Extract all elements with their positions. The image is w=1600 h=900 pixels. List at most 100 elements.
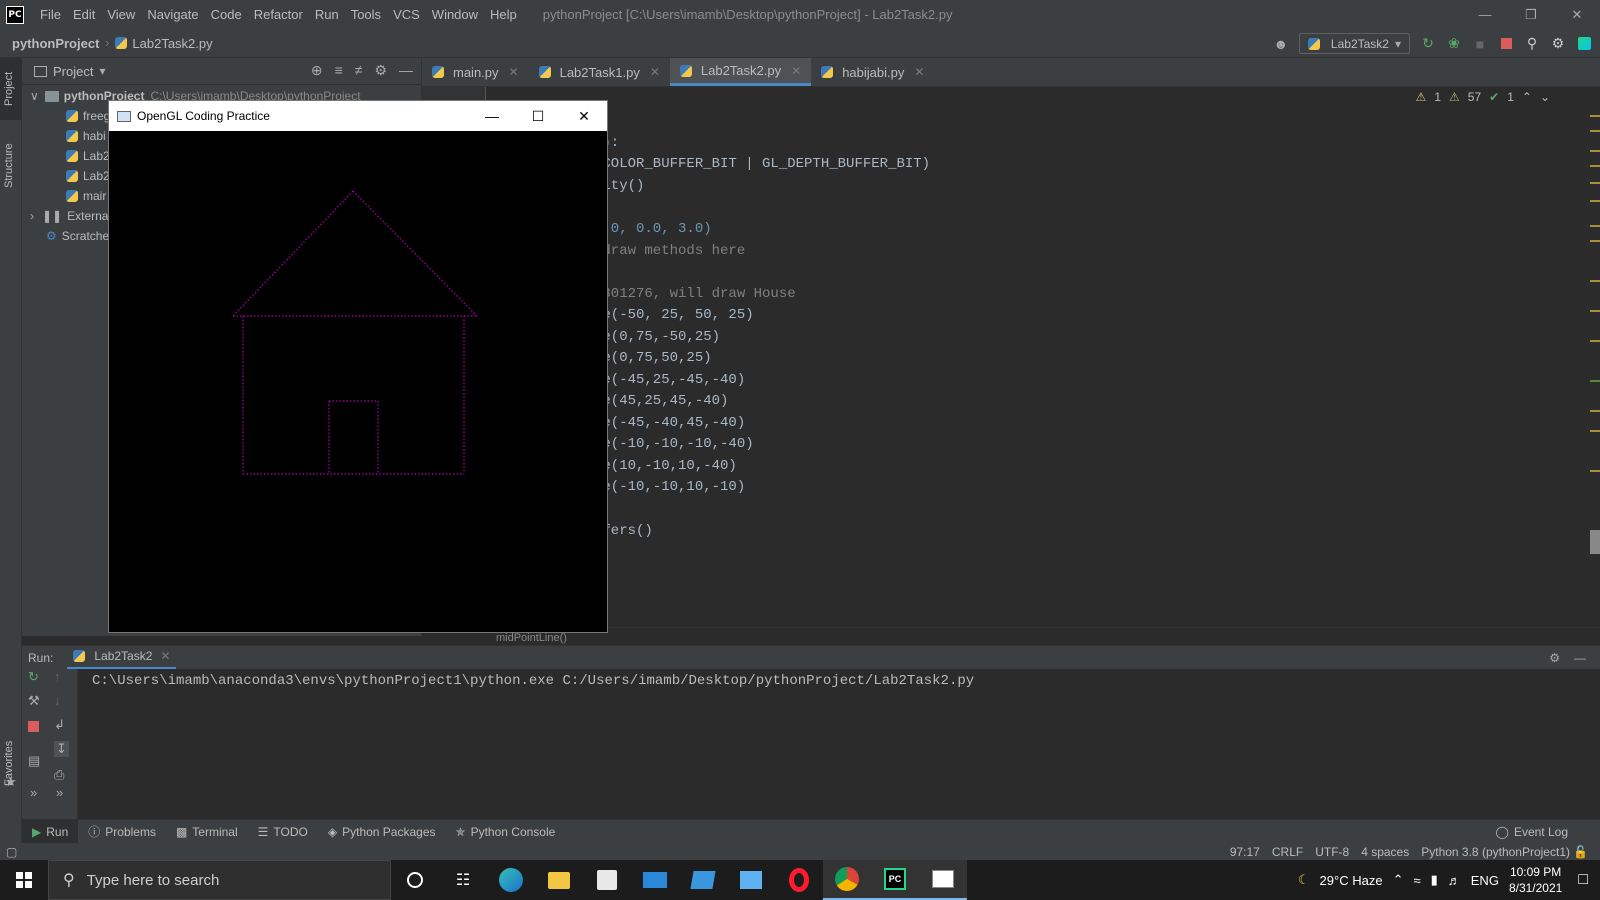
tab-lab2task2[interactable]: Lab2Task2.py ✕ xyxy=(669,58,812,86)
collapse-all-icon[interactable]: ≠ xyxy=(355,62,363,79)
rerun-icon[interactable]: ↻ xyxy=(1420,35,1436,52)
breadcrumb-file[interactable]: Lab2Task2.py xyxy=(115,36,213,51)
indent-setting[interactable]: 4 spaces xyxy=(1361,845,1409,859)
stop-icon[interactable] xyxy=(1498,36,1514,52)
run-tool-button[interactable]: ▶ Run xyxy=(22,819,79,844)
gear-icon[interactable]: ⚙ xyxy=(374,62,387,79)
stripe-mark[interactable] xyxy=(1590,380,1600,382)
stripe-mark[interactable] xyxy=(1590,430,1600,432)
opera-app[interactable] xyxy=(775,860,823,900)
chevron-down-icon[interactable]: ▾ xyxy=(99,64,105,78)
error-stripe[interactable] xyxy=(1590,110,1600,560)
editor-breadcrumb[interactable]: midPointLine() xyxy=(486,627,1600,647)
more-icon[interactable]: » xyxy=(30,785,37,800)
menu-file[interactable]: File xyxy=(34,0,67,29)
todo-tool-button[interactable]: ☰ TODO xyxy=(248,820,318,844)
print-icon[interactable]: ⎙ xyxy=(54,767,64,783)
layout-icon[interactable]: ▤ xyxy=(28,753,40,769)
close-tab-icon[interactable]: ✕ xyxy=(509,65,519,79)
layout-icon[interactable]: ▢ xyxy=(6,845,17,859)
menu-code[interactable]: Code xyxy=(205,0,248,29)
python-console-tool-button[interactable]: ✯ Python Console xyxy=(446,820,566,844)
chevron-up-icon[interactable]: ⌃ xyxy=(1522,90,1532,104)
stripe-mark[interactable] xyxy=(1590,225,1600,227)
menu-vcs[interactable]: VCS xyxy=(387,0,426,29)
line-separator[interactable]: CRLF xyxy=(1272,845,1303,859)
rerun-icon[interactable]: ↻ xyxy=(28,669,39,685)
stripe-mark[interactable] xyxy=(1590,130,1600,132)
menu-run[interactable]: Run xyxy=(309,0,345,29)
code-editor[interactable]: (): _COLOR_BUFFER_BIT | GL_DEPTH_BUFFER_… xyxy=(486,87,1458,627)
chevron-up-icon[interactable]: ⌃ xyxy=(1393,872,1404,888)
stripe-mark[interactable] xyxy=(1590,165,1600,167)
task-view-button[interactable]: ☷ xyxy=(439,860,487,900)
debug-icon[interactable]: ❀ xyxy=(1446,35,1462,52)
terminal-tool-button[interactable]: ▩ Terminal xyxy=(166,820,248,844)
volume-icon[interactable]: ♬ xyxy=(1448,873,1461,888)
restore-icon[interactable]: ❐ xyxy=(1508,0,1554,29)
minimize-icon[interactable]: — xyxy=(469,101,515,131)
opengl-app[interactable] xyxy=(919,860,967,900)
menu-navigate[interactable]: Navigate xyxy=(141,0,204,29)
notifications-icon[interactable]: □ xyxy=(1578,871,1588,889)
console-output[interactable]: C:\Users\imamb\anaconda3\envs\pythonProj… xyxy=(92,673,974,689)
stripe-mark[interactable] xyxy=(1590,470,1600,472)
start-button[interactable] xyxy=(0,860,48,900)
close-tab-icon[interactable]: ✕ xyxy=(791,64,801,78)
interpreter-select[interactable]: Python 3.8 (pythonProject1) xyxy=(1421,845,1570,859)
expand-all-icon[interactable]: ≡ xyxy=(335,62,343,79)
hide-icon[interactable]: — xyxy=(399,62,413,79)
edge-app[interactable] xyxy=(487,860,535,900)
user-icon[interactable]: ☻ xyxy=(1273,36,1289,52)
battery-icon[interactable]: ▮ xyxy=(1431,872,1438,888)
pycharm-app[interactable]: PC xyxy=(871,860,919,900)
app-notes[interactable] xyxy=(727,860,775,900)
lock-icon[interactable]: 🔓 xyxy=(1573,845,1588,859)
file-encoding[interactable]: UTF-8 xyxy=(1315,845,1349,859)
arrow-down-icon[interactable]: ↓ xyxy=(54,693,61,708)
minimize-icon[interactable]: — xyxy=(1462,0,1508,29)
opengl-titlebar[interactable]: OpenGL Coding Practice — ☐ ✕ xyxy=(109,101,607,131)
mail-app[interactable] xyxy=(631,860,679,900)
menu-help[interactable]: Help xyxy=(484,0,523,29)
maximize-icon[interactable]: ☐ xyxy=(515,101,561,131)
stripe-mark[interactable] xyxy=(1590,280,1600,282)
file-explorer-app[interactable] xyxy=(535,860,583,900)
menu-tools[interactable]: Tools xyxy=(345,0,387,29)
network-icon[interactable]: ≈ xyxy=(1413,873,1420,888)
chevron-down-icon[interactable]: ⌄ xyxy=(1540,90,1550,104)
inspections-widget[interactable]: ⚠ 1 ⚠ 57 ✔ 1 ⌃ ⌄ xyxy=(1416,90,1550,104)
event-log-button[interactable]: ◯ Event Log xyxy=(1496,820,1568,844)
close-tab-icon[interactable]: ✕ xyxy=(650,65,660,79)
close-tab-icon[interactable]: ✕ xyxy=(160,649,170,663)
tab-lab2task1[interactable]: Lab2Task1.py ✕ xyxy=(529,58,670,86)
weather-text[interactable]: 29°C Haze xyxy=(1320,873,1383,888)
tab-main[interactable]: main.py ✕ xyxy=(422,58,529,86)
project-panel-title[interactable]: Project xyxy=(53,64,93,79)
clock[interactable]: 10:09 PM 8/31/2021 xyxy=(1509,864,1562,896)
hide-icon[interactable]: — xyxy=(1574,651,1586,665)
tab-habijabi[interactable]: habijabi.py ✕ xyxy=(811,58,934,86)
menu-window[interactable]: Window xyxy=(426,0,484,29)
close-icon[interactable]: ✕ xyxy=(561,101,607,131)
scrollbar-thumb[interactable] xyxy=(1590,530,1600,554)
more-icon[interactable]: » xyxy=(56,785,63,800)
search-icon[interactable]: ⚲ xyxy=(1524,35,1540,52)
caret-position[interactable]: 97:17 xyxy=(1230,845,1260,859)
taskbar-search[interactable]: ⚲ Type here to search xyxy=(48,860,391,900)
stripe-mark[interactable] xyxy=(1590,200,1600,202)
menu-view[interactable]: View xyxy=(101,0,141,29)
jetbrains-icon[interactable] xyxy=(1576,36,1592,52)
stripe-mark[interactable] xyxy=(1590,115,1600,117)
app-blue[interactable] xyxy=(679,860,727,900)
store-app[interactable] xyxy=(583,860,631,900)
menu-edit[interactable]: Edit xyxy=(67,0,101,29)
structure-tool-label[interactable]: Structure xyxy=(3,143,15,188)
breadcrumb-project[interactable]: pythonProject xyxy=(12,36,99,51)
close-icon[interactable]: ✕ xyxy=(1554,0,1600,29)
locate-icon[interactable]: ⊕ xyxy=(311,62,323,79)
problems-tool-button[interactable]: ⓘ Problems xyxy=(78,820,166,844)
stripe-mark[interactable] xyxy=(1590,182,1600,184)
star-icon[interactable]: ★ xyxy=(5,774,17,790)
python-packages-tool-button[interactable]: ◈ Python Packages xyxy=(318,820,446,844)
